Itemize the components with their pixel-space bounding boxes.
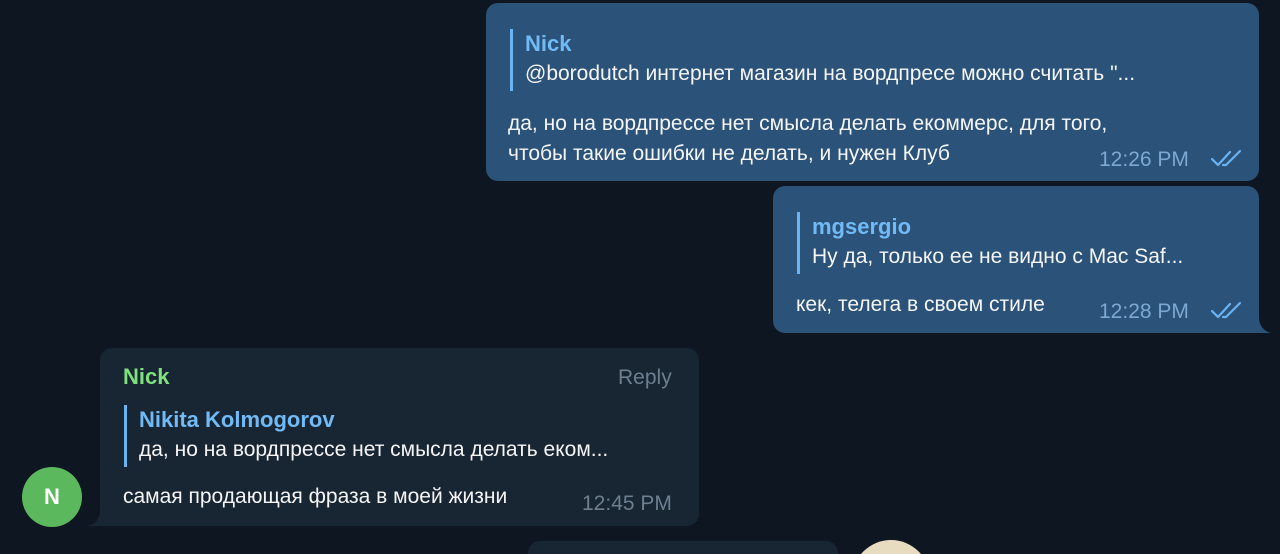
partial-sticker[interactable]	[852, 540, 930, 554]
quote-author: mgsergio	[812, 214, 912, 239]
message-text-line-2: чтобы такие ошибки не делать, и нужен Кл…	[508, 142, 950, 165]
message-time: 12:26 PM	[1099, 148, 1189, 171]
message-time: 12:28 PM	[1099, 300, 1189, 323]
reply-button[interactable]: Reply	[618, 363, 672, 393]
outgoing-message-2[interactable]: mgsergio Ну да, только ее не видно с Mac…	[773, 186, 1259, 333]
message-text-line-1: да, но на вордпрессе нет смысла делать е…	[508, 112, 1108, 135]
reply-quote[interactable]: Nikita Kolmogorov да, но на вордпрессе н…	[124, 405, 608, 467]
bubble-tail	[1259, 317, 1271, 333]
reply-quote[interactable]: Nick @borodutch интернет магазин на ворд…	[510, 29, 1135, 91]
quote-author: Nikita Kolmogorov	[139, 407, 335, 432]
avatar[interactable]: N	[22, 467, 82, 527]
message-text-line-1: кек, телега в своем стиле	[796, 293, 1045, 316]
chat-history: Nick @borodutch интернет магазин на ворд…	[0, 0, 1280, 554]
double-check-icon	[1210, 149, 1242, 167]
partial-message[interactable]	[528, 541, 838, 554]
quote-author: Nick	[525, 31, 572, 56]
incoming-message-3[interactable]: Nick Reply Nikita Kolmogorov да, но на в…	[100, 348, 699, 526]
quote-text: @borodutch интернет магазин на вордпресе…	[525, 62, 1136, 85]
sender-name[interactable]: Nick	[123, 362, 169, 392]
quote-text: Ну да, только ее не видно с Mac Saf...	[812, 245, 1184, 268]
quote-text: да, но на вордпрессе нет смысла делать е…	[139, 438, 609, 461]
message-time: 12:45 PM	[582, 492, 672, 515]
double-check-icon	[1210, 301, 1242, 319]
bubble-tail	[88, 510, 100, 526]
outgoing-message-1[interactable]: Nick @borodutch интернет магазин на ворд…	[486, 3, 1259, 181]
reply-quote[interactable]: mgsergio Ну да, только ее не видно с Mac…	[797, 212, 1183, 274]
message-text-line-1: самая продающая фраза в моей жизни	[123, 485, 508, 508]
